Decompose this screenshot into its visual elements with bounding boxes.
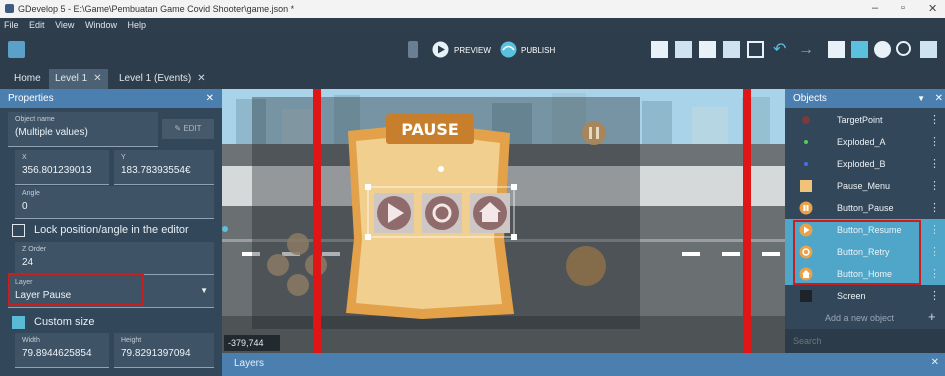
checkbox-unchecked-icon[interactable]: [12, 224, 25, 237]
publish-button[interactable]: PUBLISH: [521, 46, 555, 55]
main-toolbar: PREVIEW PUBLISH ↶ →: [0, 32, 945, 66]
instances-list-icon[interactable]: [723, 41, 740, 58]
object-item-screen[interactable]: Screen ⋮: [785, 285, 945, 307]
menu-help[interactable]: Help: [123, 18, 150, 32]
pause-menu-icon: [800, 180, 812, 192]
menu-bar: File Edit View Window Help: [0, 18, 945, 32]
checkbox-checked-icon[interactable]: [12, 316, 25, 329]
height-field[interactable]: Height 79.8291397094: [114, 333, 214, 368]
object-menu-icon[interactable]: ⋮: [929, 179, 940, 192]
menu-view[interactable]: View: [51, 18, 78, 32]
dpad-down-icon[interactable]: [287, 274, 309, 296]
objects-search-bar[interactable]: [785, 329, 945, 353]
object-menu-icon[interactable]: ⋮: [929, 245, 940, 258]
debug-icon[interactable]: [408, 41, 418, 58]
dpad-up-icon[interactable]: [287, 233, 309, 255]
highlight-box: [8, 273, 144, 306]
cursor-coordinates: -379,744: [224, 335, 280, 351]
scene-editor-canvas[interactable]: PAUSE -379,744: [222, 89, 785, 353]
add-object-button[interactable]: Add a new object +: [785, 307, 945, 329]
highlight-box: [793, 220, 921, 285]
project-manager-icon[interactable]: [8, 41, 25, 58]
objects-panel: Objects ▼ ✕ TargetPoint ⋮ Exploded_A ⋮ Exp…: [785, 89, 945, 353]
object-item-exploded-b[interactable]: Exploded_B ⋮: [785, 153, 945, 175]
screen-icon: [800, 290, 812, 302]
editor-tabs: Home Level 1 ✕ Level 1 (Events) ✕: [0, 66, 945, 89]
green-dot-icon: [804, 140, 808, 144]
angle-field[interactable]: Angle 0: [15, 186, 214, 219]
object-groups-icon[interactable]: [675, 41, 692, 58]
minimize-icon[interactable]: –: [872, 2, 878, 14]
object-item-pause-menu[interactable]: Pause_Menu ⋮: [785, 175, 945, 197]
menu-window[interactable]: Window: [81, 18, 121, 32]
red-marker-line-right: [743, 89, 751, 353]
tab-level-1[interactable]: Level 1 ✕: [49, 69, 108, 89]
pause-button-sprite[interactable]: [582, 121, 606, 145]
targetpoint-icon: [802, 116, 810, 124]
close-window-icon[interactable]: ✕: [928, 2, 937, 15]
object-menu-icon[interactable]: ⋮: [929, 267, 940, 280]
close-panel-icon[interactable]: ✕: [935, 89, 943, 108]
layers-panel-icon[interactable]: [747, 41, 764, 58]
object-name-field[interactable]: Object name (Multiple values): [8, 112, 158, 147]
object-menu-icon[interactable]: ⋮: [929, 223, 940, 236]
pause-title: PAUSE: [401, 120, 459, 139]
window-title: GDevelop 5 - E:\Game\Pembuatan Game Covi…: [18, 4, 295, 14]
search-input[interactable]: [791, 333, 925, 349]
publish-icon[interactable]: [500, 41, 517, 58]
dropdown-arrow-icon: ▼: [200, 286, 208, 295]
lock-position-checkbox[interactable]: Lock position/angle in the editor: [0, 220, 222, 242]
edit-button[interactable]: ✎ EDIT: [162, 119, 214, 139]
scene-view[interactable]: PAUSE: [222, 89, 785, 353]
maximize-icon[interactable]: ▫: [901, 2, 905, 14]
object-menu-icon[interactable]: ⋮: [929, 157, 940, 170]
red-marker-line-left: [313, 89, 321, 353]
dpad-left-icon[interactable]: [267, 254, 289, 276]
preview-button[interactable]: PREVIEW: [454, 46, 491, 55]
grid-icon[interactable]: [851, 41, 868, 58]
close-panel-icon[interactable]: ✕: [931, 357, 939, 368]
object-menu-icon[interactable]: ⋮: [929, 201, 940, 214]
window-titlebar: GDevelop 5 - E:\Game\Pembuatan Game Covi…: [0, 0, 945, 18]
blue-dot-icon: [804, 162, 808, 166]
x-position-field[interactable]: X 356.801239013: [15, 150, 109, 185]
object-menu-icon[interactable]: ⋮: [929, 289, 940, 302]
gdevelop-logo-icon: [5, 4, 14, 13]
menu-edit[interactable]: Edit: [25, 18, 49, 32]
object-menu-icon[interactable]: ⋮: [929, 135, 940, 148]
scene-properties-icon[interactable]: [920, 41, 937, 58]
zoom-icon[interactable]: [828, 41, 845, 58]
redo-icon[interactable]: →: [798, 41, 815, 58]
object-menu-icon[interactable]: ⋮: [929, 113, 940, 126]
object-item-button-pause[interactable]: Button_Pause ⋮: [785, 197, 945, 219]
objects-menu-arrow-icon[interactable]: ▼: [917, 89, 925, 108]
y-position-field[interactable]: Y 183.78393554€: [114, 150, 214, 185]
zoom-level-icon[interactable]: [874, 41, 891, 58]
object-item-targetpoint[interactable]: TargetPoint ⋮: [785, 109, 945, 131]
tab-level-1-events[interactable]: Level 1 (Events) ✕: [113, 69, 212, 89]
custom-size-checkbox[interactable]: Custom size: [0, 312, 222, 334]
object-item-exploded-a[interactable]: Exploded_A ⋮: [785, 131, 945, 153]
close-panel-icon[interactable]: ✕: [206, 89, 214, 108]
close-tab-icon[interactable]: ✕: [197, 73, 205, 84]
properties-panel: Properties ✕ Object name (Multiple value…: [0, 89, 222, 376]
z-order-field[interactable]: Z Order 24: [15, 242, 214, 275]
close-tab-icon[interactable]: ✕: [93, 73, 101, 84]
search-icon[interactable]: [896, 41, 911, 56]
pause-button-icon: [799, 201, 813, 215]
attack-button-sprite[interactable]: [566, 246, 606, 286]
undo-icon[interactable]: ↶: [773, 41, 790, 58]
properties-panel-icon[interactable]: [699, 41, 716, 58]
retry-button-sprite[interactable]: [425, 196, 459, 230]
objects-header: Objects ▼ ✕: [785, 89, 945, 108]
plus-icon[interactable]: +: [928, 309, 936, 324]
width-field[interactable]: Width 79.8944625854: [15, 333, 109, 368]
properties-header: Properties ✕: [0, 89, 222, 108]
objects-panel-icon[interactable]: [651, 41, 668, 58]
preview-icon[interactable]: [432, 41, 449, 58]
tab-home[interactable]: Home: [8, 69, 47, 89]
layers-panel-header: Layers ✕: [222, 353, 945, 376]
menu-file[interactable]: File: [0, 18, 23, 32]
